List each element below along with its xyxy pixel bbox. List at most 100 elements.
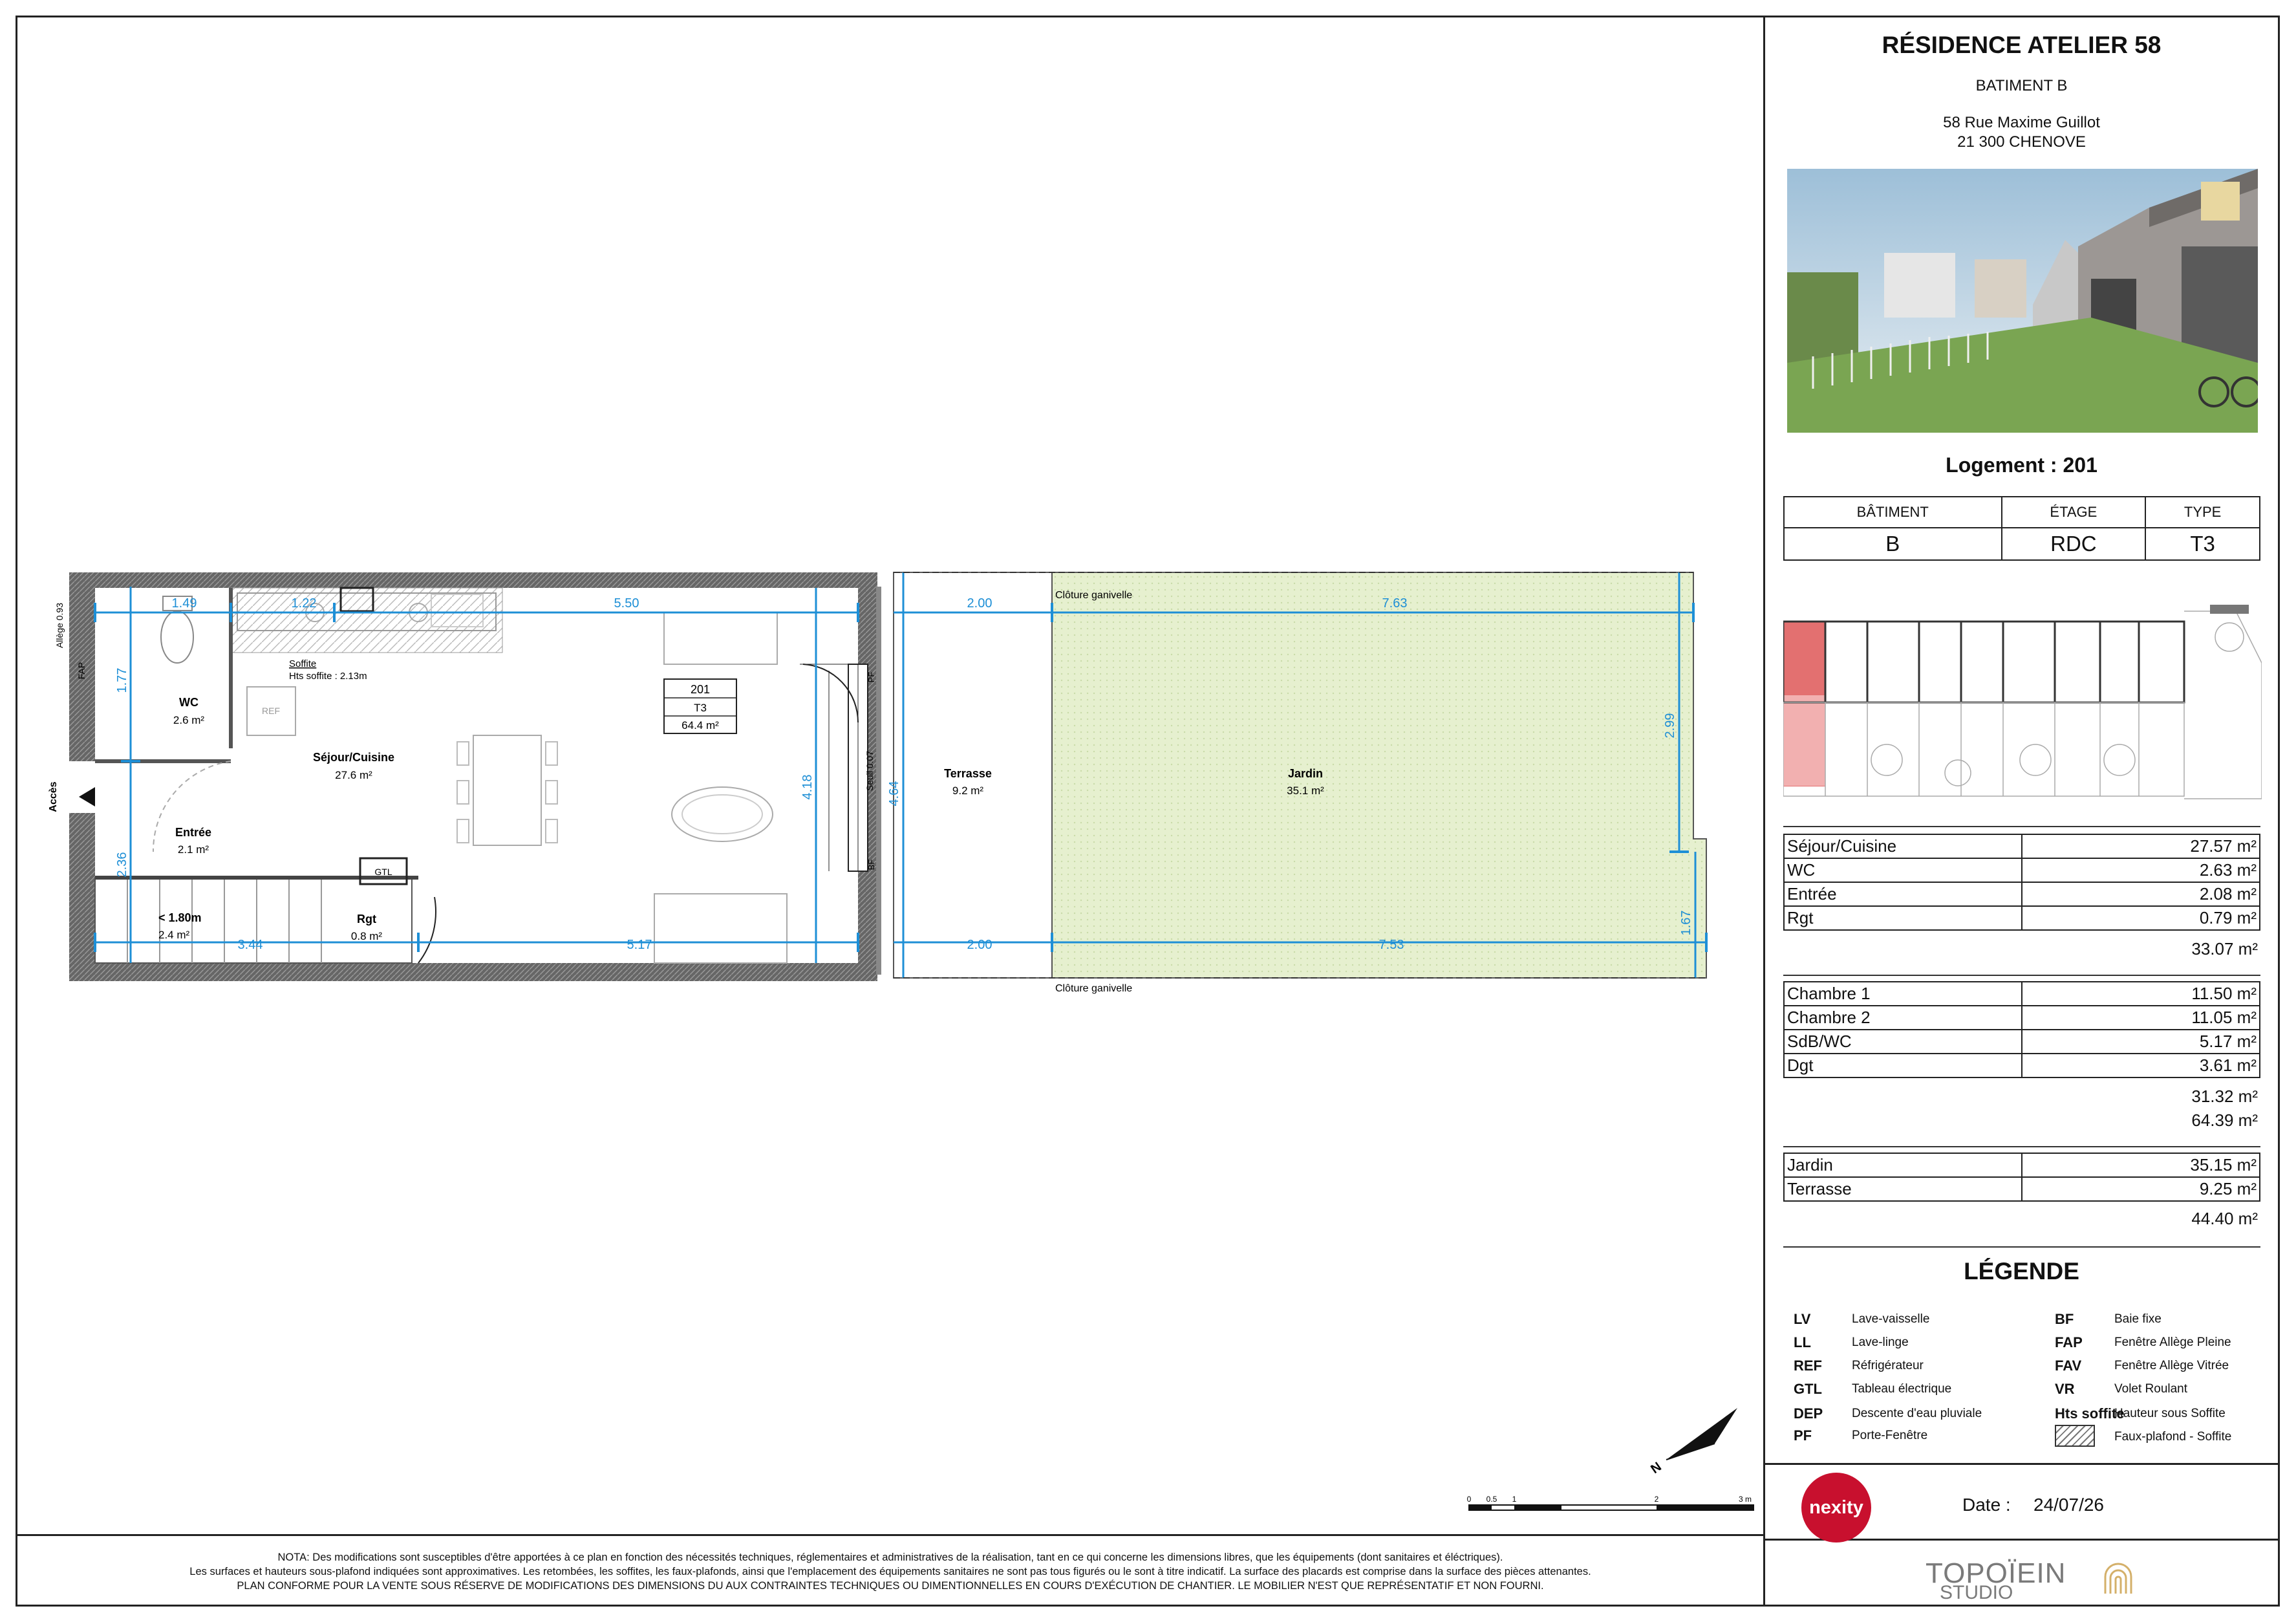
nexity-logo: nexity bbox=[1801, 1473, 1871, 1543]
studio-logo: TOPOÏEIN STUDIO bbox=[1765, 1552, 2278, 1604]
info-value-etage: RDC bbox=[2001, 527, 2147, 561]
scale-bar bbox=[1468, 1504, 1754, 1511]
surface-value: 0.79 m² bbox=[2021, 905, 2260, 931]
studio-arch-icon bbox=[2104, 1563, 2132, 1594]
batiment-subtitle: BATIMENT B bbox=[1975, 77, 2068, 94]
info-header-batiment: BÂTIMENT bbox=[1783, 496, 2002, 528]
table-row: Séjour/Cuisine 27.57 m² bbox=[1783, 834, 2260, 859]
legend-label: Lave-vaisselle bbox=[1852, 1312, 1930, 1326]
address-line-2: 21 300 CHENOVE bbox=[1957, 133, 2086, 151]
cloture-top-label: Clôture ganivelle bbox=[1055, 590, 1132, 601]
room-terrasse-area: 9.2 m² bbox=[952, 785, 984, 797]
surface-label: Chambre 2 bbox=[1783, 1005, 2022, 1030]
dim-bot-344: 3.44 bbox=[238, 938, 263, 952]
dim-v-177: 1.77 bbox=[115, 668, 129, 693]
separator-3 bbox=[1783, 1146, 2260, 1147]
legend-label: Réfrigérateur bbox=[1852, 1359, 1924, 1372]
table-row: Chambre 1 11.50 m² bbox=[1783, 981, 2260, 1006]
footer-brand-box: nexity Date : 24/07/26 bbox=[1765, 1463, 2278, 1543]
room-entree-name: Entrée bbox=[175, 826, 211, 839]
table-row: WC 2.63 m² bbox=[1783, 858, 2260, 883]
surface-table-2: Chambre 1 11.50 m² Chambre 2 11.05 m² SdB/… bbox=[1783, 981, 2260, 1078]
surface-label: Chambre 1 bbox=[1783, 981, 2022, 1006]
room-entree-area: 2.1 m² bbox=[178, 843, 209, 856]
scale-1: 1 bbox=[1512, 1495, 1517, 1504]
soffite-zone bbox=[230, 587, 503, 653]
unit-tag-area: 64.4 m² bbox=[681, 719, 719, 731]
dim-top-149: 1.49 bbox=[172, 596, 197, 611]
room-wc-name: WC bbox=[179, 696, 198, 709]
info-table: BÂTIMENT ÉTAGE TYPE B RDC T3 bbox=[1783, 496, 2260, 561]
legend-code: LV bbox=[1794, 1311, 1811, 1327]
room-sejour-area: 27.6 m² bbox=[335, 769, 372, 781]
separator-2 bbox=[1783, 975, 2260, 976]
legend-title: LÉGENDE bbox=[1964, 1258, 2079, 1284]
legend-code: LL bbox=[1794, 1334, 1811, 1350]
room-stair-name: < 1.80m bbox=[158, 911, 202, 924]
dim-top-763: 7.63 bbox=[1382, 596, 1408, 611]
legend-label: Faux-plafond - Soffite bbox=[2114, 1430, 2232, 1444]
surface-value: 35.15 m² bbox=[2021, 1153, 2260, 1178]
note-line-1: NOTA: Des modifications sont susceptible… bbox=[277, 1552, 1503, 1563]
surface-value: 3.61 m² bbox=[2021, 1053, 2260, 1078]
legend-label: Volet Roulant bbox=[2114, 1382, 2188, 1396]
building-render-image bbox=[1787, 169, 2258, 433]
room-terrasse-name: Terrasse bbox=[944, 767, 992, 780]
legend-code: BF bbox=[2055, 1311, 2074, 1327]
surface-value: 5.17 m² bbox=[2021, 1029, 2260, 1054]
north-label: N bbox=[1648, 1460, 1664, 1477]
floor-plan: WC 2.6 m² Séjour/Cuisine 27.6 m² Entrée … bbox=[48, 572, 1754, 1511]
surface-label: Jardin bbox=[1783, 1153, 2022, 1178]
date-label: Date : bbox=[1962, 1495, 2011, 1515]
room-stair-area: 2.4 m² bbox=[158, 929, 190, 941]
room-jardin-area: 35.1 m² bbox=[1287, 785, 1324, 797]
surface-label: SdB/WC bbox=[1783, 1029, 2022, 1054]
table-row: Dgt 3.61 m² bbox=[1783, 1053, 2260, 1078]
title-block: RÉSIDENCE ATELIER 58 BATIMENT B 58 Rue M… bbox=[1763, 17, 2278, 1605]
ref-label: REF bbox=[262, 706, 280, 716]
cloture-bottom-label: Clôture ganivelle bbox=[1055, 983, 1132, 994]
gtl-label: GTL bbox=[374, 867, 392, 877]
north-arrow bbox=[1666, 1408, 1737, 1460]
surface-label: Terrasse bbox=[1783, 1176, 2022, 1202]
note-line-2: Les surfaces et hauteurs sous-plafond in… bbox=[189, 1566, 1591, 1577]
building-keyplan bbox=[1782, 585, 2262, 818]
room-rgt-name: Rgt bbox=[357, 913, 376, 926]
surface-label: Entrée bbox=[1783, 882, 2022, 907]
dim-v-464: 4.64 bbox=[887, 781, 901, 807]
scale-3: 3 m bbox=[1739, 1495, 1752, 1504]
info-header-etage: ÉTAGE bbox=[2001, 496, 2147, 528]
subtotal-3: 44.40 m² bbox=[2191, 1209, 2258, 1228]
dim-v-167: 1.67 bbox=[1679, 911, 1693, 936]
dim-bot-517: 5.17 bbox=[627, 938, 652, 952]
dim-v-236: 2.36 bbox=[115, 852, 129, 878]
legend-label: Fenêtre Allège Pleine bbox=[2114, 1336, 2231, 1349]
info-value-type: T3 bbox=[2145, 527, 2260, 561]
acces-label: Accès bbox=[48, 781, 59, 812]
surface-value: 27.57 m² bbox=[2021, 834, 2260, 859]
table-row: SdB/WC 5.17 m² bbox=[1783, 1029, 2260, 1054]
room-jardin-name: Jardin bbox=[1288, 767, 1323, 780]
legend-label: Baie fixe bbox=[2114, 1312, 2162, 1326]
sideboard bbox=[663, 612, 778, 665]
legend-code: DEP bbox=[1794, 1405, 1823, 1422]
address: 58 Rue Maxime Guillot 21 300 CHENOVE bbox=[1765, 113, 2278, 152]
seuil-label: Seuil 0.07 bbox=[864, 751, 875, 791]
legend-label: Tableau électrique bbox=[1852, 1382, 1952, 1396]
sofa bbox=[654, 893, 788, 964]
surface-table-1: Séjour/Cuisine 27.57 m² WC 2.63 m² Entrée 2… bbox=[1783, 834, 2260, 931]
surface-value: 9.25 m² bbox=[2021, 1176, 2260, 1202]
dim-v-418: 4.18 bbox=[800, 775, 815, 800]
legend-code: REF bbox=[1794, 1358, 1822, 1374]
garden-zone bbox=[1051, 572, 1707, 979]
surface-label: Séjour/Cuisine bbox=[1783, 834, 2022, 859]
address-line-1: 58 Rue Maxime Guillot bbox=[1943, 114, 2100, 131]
table-row: Rgt 0.79 m² bbox=[1783, 905, 2260, 931]
subtotal-2: 31.32 m² bbox=[2191, 1087, 2258, 1106]
legend-code: FAP bbox=[2055, 1334, 2083, 1350]
fap-label: FAP bbox=[76, 662, 87, 679]
dim-top-550: 5.50 bbox=[614, 596, 639, 611]
surface-value: 2.08 m² bbox=[2021, 882, 2260, 907]
info-header-type: TYPE bbox=[2145, 496, 2260, 528]
legal-note: NOTA: Des modifications sont susceptible… bbox=[17, 1534, 1763, 1605]
